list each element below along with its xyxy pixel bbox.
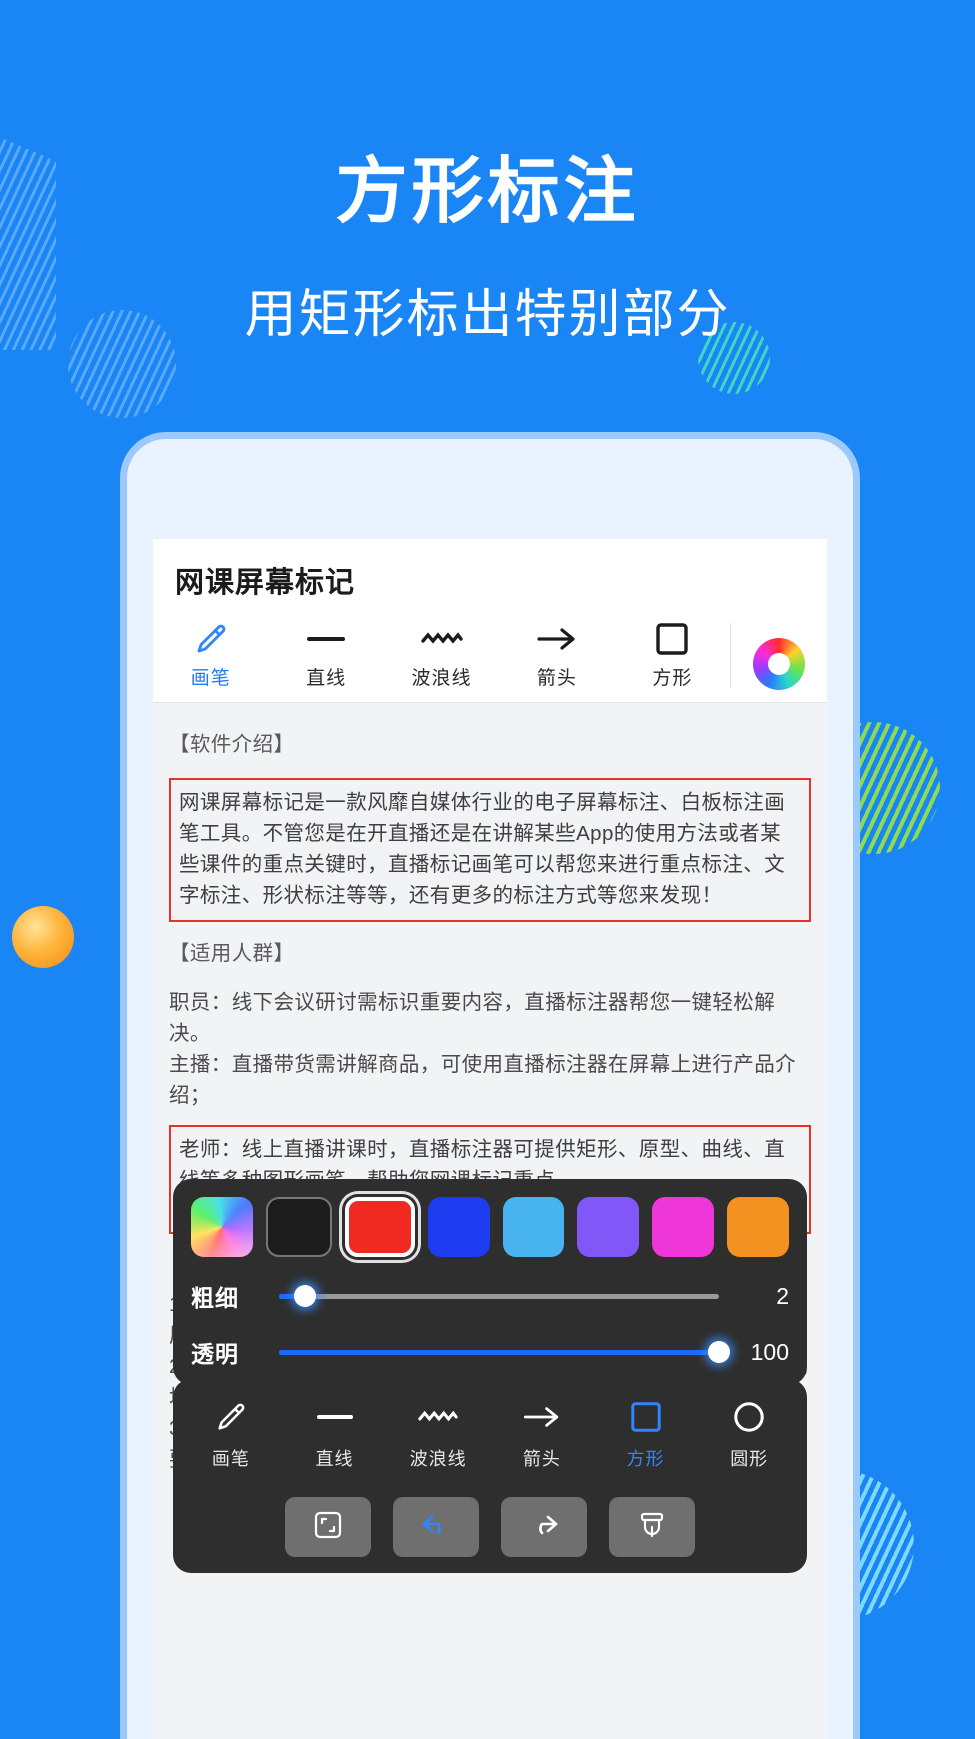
bottom-toolbar-panel: 画笔 直线 波浪线 箭头 方形 圆形 [173,1379,807,1573]
pencil-icon [215,1395,247,1439]
redo-button[interactable] [501,1497,587,1557]
color-swatch-magenta[interactable] [652,1197,715,1257]
bottom-tool-square-label: 方形 [626,1449,665,1469]
page-subtitle: 用矩形标出特别部分 [244,286,731,344]
undo-button[interactable] [393,1497,479,1557]
undo-arrow-icon [420,1511,452,1544]
thickness-label: 粗细 [191,1285,239,1311]
bottom-tool-arrow-label: 箭头 [522,1449,561,1469]
top-tool-wave-label: 波浪线 [411,668,472,689]
thickness-value: 2 [776,1282,789,1309]
clear-button[interactable] [609,1497,695,1557]
top-tool-wave[interactable]: 波浪线 [384,615,499,696]
color-wheel-icon [753,638,806,690]
color-swatch-blue[interactable] [427,1197,490,1257]
color-swatch-red[interactable] [344,1197,415,1257]
bottom-tool-line[interactable]: 直线 [283,1395,387,1471]
color-swatch-rainbow[interactable] [191,1197,253,1257]
top-tool-square-label: 方形 [652,668,693,689]
bottom-tool-arrow[interactable]: 箭头 [490,1395,594,1471]
section-heading-audience: 【适用人群】 [169,942,295,965]
bottom-tool-pen[interactable]: 画笔 [179,1395,283,1471]
bottom-tool-wave-label: 波浪线 [409,1449,467,1469]
top-tool-arrow-label: 箭头 [536,668,577,689]
color-settings-panel: 粗细 2 透明 100 [173,1179,807,1385]
arrow-icon [536,619,578,659]
top-tool-line-label: 直线 [306,668,347,689]
redo-arrow-icon [528,1511,560,1544]
phone-mockup: 网课屏幕标记 画笔 直线 波浪线 箭头 方形 【软件介绍】 网课屏幕标记是一款风… [120,432,860,1739]
top-tool-arrow[interactable]: 箭头 [499,615,614,696]
opacity-value: 100 [750,1338,789,1365]
opacity-slider[interactable] [279,1341,730,1363]
circle-icon [732,1395,766,1439]
app-header: 网课屏幕标记 画笔 直线 波浪线 箭头 方形 [153,539,827,703]
top-toolbar: 画笔 直线 波浪线 箭头 方形 [153,615,827,703]
bottom-tool-circle[interactable]: 圆形 [697,1395,801,1471]
square-icon [629,1395,663,1439]
color-swatch-purple[interactable] [577,1197,640,1257]
decor-circle-orange [12,906,74,968]
section-heading-intro: 【软件介绍】 [169,733,295,756]
opacity-slider-row: 透明 100 [191,1335,789,1369]
line-icon [315,1395,355,1439]
thickness-slider-row: 粗细 2 [191,1279,789,1313]
phone-screen: 网课屏幕标记 画笔 直线 波浪线 箭头 方形 【软件介绍】 网课屏幕标记是一款风… [153,539,827,1739]
line-icon [305,619,347,659]
thickness-slider[interactable] [279,1285,719,1307]
color-swatch-skyblue[interactable] [502,1197,565,1257]
color-swatch-row [191,1197,789,1257]
square-icon [654,619,690,659]
bottom-tool-circle-label: 圆形 [730,1449,769,1469]
opacity-slider-knob[interactable] [708,1341,730,1363]
top-tool-pen-label: 画笔 [190,668,231,689]
screenshot-button[interactable] [285,1497,371,1557]
color-swatch-orange[interactable] [727,1197,789,1257]
screenshot-icon [313,1510,343,1545]
bottom-tool-wave[interactable]: 波浪线 [386,1395,490,1471]
color-picker-button[interactable] [731,638,827,696]
bottom-tool-square[interactable]: 方形 [594,1395,698,1471]
bottom-tool-line-label: 直线 [315,1449,354,1469]
opacity-label: 透明 [191,1341,239,1367]
top-tool-line[interactable]: 直线 [268,615,383,696]
audience-streamer: 主播：直播带货需讲解商品，可使用直播标注器在屏幕上进行产品介绍； [169,1053,796,1107]
eraser-broom-icon [638,1510,666,1545]
app-title: 网课屏幕标记 [175,567,356,599]
wave-icon [417,1395,459,1439]
top-tool-square[interactable]: 方形 [615,615,730,696]
action-button-row [179,1497,801,1557]
color-swatch-black[interactable] [265,1197,332,1257]
bottom-tool-row: 画笔 直线 波浪线 箭头 方形 圆形 [179,1395,801,1471]
audience-plain-text: 职员：线下会议研讨需标识重要内容，直播标注器帮您一键轻松解决。 主播：直播带货需… [169,987,811,1111]
pencil-icon [194,619,228,659]
audience-staff: 职员：线下会议研讨需标识重要内容，直播标注器帮您一键轻松解决。 [169,991,776,1045]
top-tool-pen[interactable]: 画笔 [153,615,268,696]
thickness-slider-knob[interactable] [294,1285,317,1307]
annotation-box-intro: 网课屏幕标记是一款风靡自媒体行业的电子屏幕标注、白板标注画笔工具。不管您是在开直… [169,778,811,922]
section-body-intro: 网课屏幕标记是一款风靡自媒体行业的电子屏幕标注、白板标注画笔工具。不管您是在开直… [179,791,786,907]
wave-icon [420,619,464,659]
arrow-icon [522,1395,562,1439]
page-title: 方形标注 [335,152,640,232]
bottom-tool-pen-label: 画笔 [211,1449,250,1469]
